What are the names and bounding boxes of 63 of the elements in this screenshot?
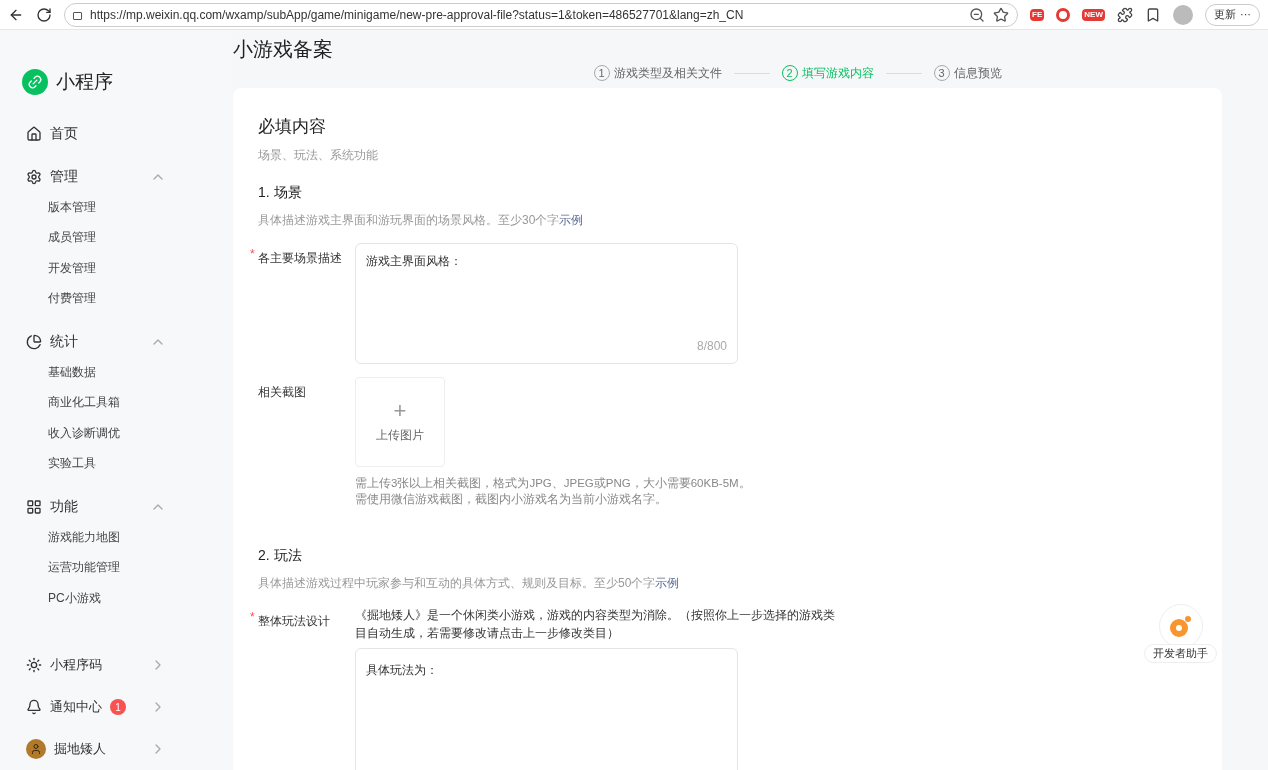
field-label: 相关截图 xyxy=(258,384,306,399)
nav-group[interactable]: 统计 xyxy=(22,326,166,357)
nav-item[interactable]: 付费管理 xyxy=(22,283,166,314)
help-text: 需上传3张以上相关截图，格式为JPG、JPEG或PNG，大小需要60KB-5M。 xyxy=(355,475,751,491)
settings-icon xyxy=(26,168,42,185)
nav-item[interactable]: 实验工具 xyxy=(22,448,166,479)
nav-item[interactable]: 收入诊断调优 xyxy=(22,417,166,448)
step: 2 填写游戏内容 xyxy=(781,64,874,82)
pie-chart-icon xyxy=(26,333,42,350)
nav-item[interactable]: 小程序码 xyxy=(22,644,166,686)
nav-group[interactable]: 功能 xyxy=(22,491,166,522)
field-label: 整体玩法设计 xyxy=(258,613,330,628)
help-text: 需使用微信游戏截图，截图内小游戏名为当前小游戏名字。 xyxy=(355,491,668,507)
extension-icon[interactable]: NEW xyxy=(1082,8,1105,21)
subsection-title: 1. 场景 xyxy=(258,182,303,202)
step: 3 信息预览 xyxy=(933,64,1002,82)
avatar-icon xyxy=(26,739,46,759)
address-bar[interactable]: https://mp.weixin.qq.com/wxamp/subApp/game/minigame/new-pre-approval-file?status=1&token=486527701&lang=zh_CN xyxy=(64,2,1019,27)
extension-icon[interactable]: FE xyxy=(1030,8,1045,21)
nav-item[interactable]: 游戏能力地图 xyxy=(22,521,166,552)
puzzle-icon[interactable] xyxy=(1117,6,1133,23)
home-icon xyxy=(26,125,42,142)
nav-item[interactable]: 成员管理 xyxy=(22,222,166,253)
favorites-icon[interactable] xyxy=(1145,6,1161,23)
field-label: 各主要场景描述 xyxy=(258,250,342,265)
refresh-icon[interactable] xyxy=(36,6,52,23)
nav-item[interactable]: 首页 xyxy=(22,118,166,149)
required-mark: * xyxy=(250,608,255,626)
nav-group[interactable]: 管理 xyxy=(22,161,166,192)
example-link[interactable]: 示例 xyxy=(559,210,584,229)
upload-button[interactable]: + 上传图片 xyxy=(355,376,445,467)
logo-icon xyxy=(22,69,48,96)
hint-text: 具体描述游戏过程中玩家参与和互动的具体方式、规则及目标。至少50个字 xyxy=(258,574,656,592)
gameplay-textarea[interactable]: 具体玩法为： xyxy=(355,647,738,770)
nav-item[interactable]: 掘地矮人 xyxy=(22,728,166,770)
example-link[interactable]: 示例 xyxy=(655,573,680,592)
nav-item[interactable]: 开发管理 xyxy=(22,252,166,283)
step: 1 游戏类型及相关文件 xyxy=(593,64,722,82)
hint-text: 具体描述游戏主界面和游玩界面的场景风格。至少30个字 xyxy=(258,211,560,229)
grid-icon xyxy=(26,498,42,515)
nav-item[interactable]: PC小游戏 xyxy=(22,582,166,613)
nav-item[interactable]: 商业化工具箱 xyxy=(22,387,166,418)
auto-generated-note: 《掘地矮人》是一个休闲类小游戏，游戏的内容类型为消除。（按照你上一步选择的游戏类目自动生成，若需要修改请点击上一步修改类目） xyxy=(355,606,836,642)
character-counter: 8/800 xyxy=(696,337,727,355)
notification-badge: 1 xyxy=(110,699,126,715)
nav-item[interactable]: 通知中心 1 xyxy=(22,686,166,728)
url-text: https://mp.weixin.qq.com/wxamp/subApp/game/minigame/new-pre-approval-file?status=1&token=486527701&lang=zh_CN xyxy=(90,6,745,24)
extension-icon[interactable] xyxy=(1056,7,1071,22)
assistant-button[interactable]: 开发者助手 xyxy=(1140,600,1221,667)
page-title: 小游戏备案 xyxy=(233,37,334,62)
section-subtitle: 场景、玩法、系统功能 xyxy=(258,146,379,164)
zoom-icon[interactable] xyxy=(969,6,986,23)
bell-icon xyxy=(26,699,42,715)
brand-name: 小程序 xyxy=(56,70,113,94)
section-title: 必填内容 xyxy=(258,116,327,138)
nav-item[interactable]: 版本管理 xyxy=(22,191,166,222)
nav-item[interactable]: 运营功能管理 xyxy=(22,552,166,583)
nav-item[interactable]: 基础数据 xyxy=(22,356,166,387)
required-mark: * xyxy=(250,245,255,263)
sparkle-icon xyxy=(26,657,42,673)
scene-textarea[interactable]: 游戏主界面风格： 8/800 xyxy=(355,242,738,364)
subsection-title: 2. 玩法 xyxy=(258,545,303,565)
favorite-icon[interactable] xyxy=(993,6,1010,23)
